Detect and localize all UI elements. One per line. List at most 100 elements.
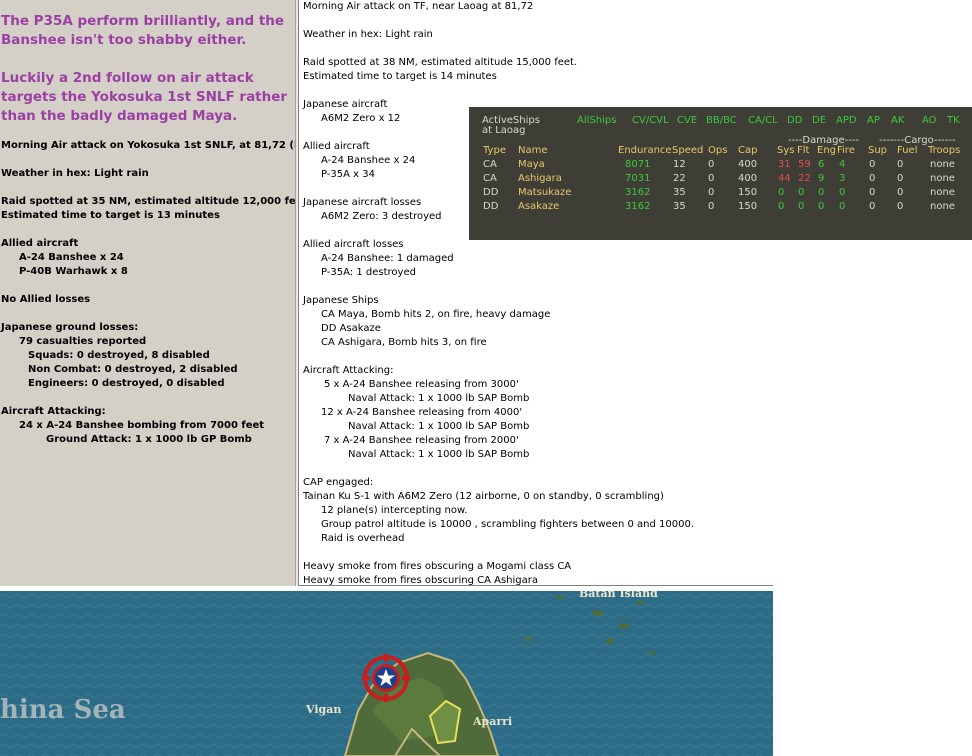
col-header-eng[interactable]: Eng xyxy=(817,145,836,157)
map-label-batan-island: Batan Island xyxy=(579,591,658,600)
ship-sys-damage: 31 xyxy=(778,159,791,170)
report-line: Group patrol altitude is 10000 , scrambl… xyxy=(321,519,695,530)
commentary-line: Luckily a 2nd follow on air attack xyxy=(1,70,254,86)
ship-name-link[interactable]: Ashigara xyxy=(518,173,562,185)
ship-name-link[interactable]: Matsukaze xyxy=(518,187,571,199)
commentary-line: than the badly damaged Maya. xyxy=(1,108,238,124)
report-line: P-40B Warhawk x 8 xyxy=(19,266,128,277)
col-header-cap[interactable]: Cap xyxy=(738,145,757,157)
col-header-type[interactable]: Type xyxy=(483,145,506,157)
col-header-name[interactable]: Name xyxy=(518,145,548,157)
ship-eng-damage: 0 xyxy=(818,201,825,212)
ship-speed: 12 xyxy=(673,159,686,170)
col-header-fire[interactable]: Fire xyxy=(837,145,855,157)
report-line: A6M2 Zero: 3 destroyed xyxy=(321,211,442,222)
report-line: A-24 Banshee: 1 damaged xyxy=(321,253,454,264)
ship-type: CA xyxy=(483,173,497,184)
ship-ops: 0 xyxy=(708,173,715,184)
ship-speed: 35 xyxy=(673,201,686,212)
ship-fuel: 0 xyxy=(897,201,904,212)
report-line: Ground Attack: 1 x 1000 lb GP Bomb xyxy=(46,434,252,445)
ship-fire: 0 xyxy=(839,187,846,198)
ship-ops: 0 xyxy=(708,187,715,198)
ship-endurance: 7031 xyxy=(625,173,651,184)
report-line: Raid spotted at 35 NM, estimated altitud… xyxy=(1,196,295,207)
report-line: Engineers: 0 destroyed, 0 disabled xyxy=(28,378,225,389)
ship-troops: none xyxy=(930,159,955,170)
col-header-speed[interactable]: Speed xyxy=(672,145,703,157)
report-line: Squads: 0 destroyed, 8 disabled xyxy=(28,350,210,361)
report-line: P-35A x 34 xyxy=(321,169,375,180)
ship-name-link[interactable]: Asakaze xyxy=(518,201,559,213)
ship-eng-damage: 6 xyxy=(818,159,825,170)
report-line: No Allied losses xyxy=(1,294,91,305)
commentary-line: targets the Yokosuka 1st SNLF rather xyxy=(1,89,288,105)
ship-flt-damage: 0 xyxy=(798,201,805,212)
report-line: Tainan Ku S-1 with A6M2 Zero (12 airborn… xyxy=(303,491,664,502)
report-line: Japanese Ships xyxy=(303,295,379,306)
report-line: 7 x A-24 Banshee releasing from 2000' xyxy=(324,435,519,446)
report-line: 12 plane(s) intercepting now. xyxy=(321,505,468,516)
report-line: Naval Attack: 1 x 1000 lb SAP Bomb xyxy=(348,421,530,432)
strategic-map[interactable]: Batan Island Vigan Aparri hina Sea xyxy=(0,591,773,756)
report-line: Aircraft Attacking: xyxy=(1,406,106,417)
ship-eng-damage: 0 xyxy=(818,187,825,198)
filter-tk[interactable]: TK xyxy=(947,115,960,127)
right-combat-report-panel: Morning Air attack on TF, near Laoag at … xyxy=(299,0,773,586)
ship-troops: none xyxy=(930,201,955,212)
ship-fuel: 0 xyxy=(897,159,904,170)
report-line: CA Ashigara, Bomb hits 3, on fire xyxy=(321,337,487,348)
ship-sup: 0 xyxy=(869,187,876,198)
col-header-fuel[interactable]: Fuel xyxy=(897,145,917,157)
filter-ak[interactable]: AK xyxy=(891,115,904,127)
col-header-flt[interactable]: Flt xyxy=(797,145,809,157)
filter-ca-cl[interactable]: CA/CL xyxy=(748,115,778,127)
report-title: Morning Air attack on Yokosuka 1st SNLF,… xyxy=(1,140,295,151)
ship-name-link[interactable]: Maya xyxy=(518,159,545,171)
active-ships-panel: ActiveShips at Laoag AllShips CV/CVL CVE… xyxy=(469,107,972,240)
filter-apd[interactable]: APD xyxy=(836,115,857,127)
filter-cve[interactable]: CVE xyxy=(677,115,697,127)
ship-fuel: 0 xyxy=(897,173,904,184)
col-header-sys[interactable]: Sys xyxy=(777,145,794,157)
report-line: Non Combat: 0 destroyed, 2 disabled xyxy=(28,364,238,375)
left-combat-report-panel: The P35A perform brilliantly, and the Ba… xyxy=(0,0,295,586)
col-header-sup[interactable]: Sup xyxy=(868,145,887,157)
report-line: 79 casualties reported xyxy=(19,336,147,347)
report-line: A-24 Banshee x 24 xyxy=(19,252,124,263)
ship-fire: 4 xyxy=(839,159,846,170)
star-target-icon[interactable] xyxy=(362,654,410,702)
ship-fire: 0 xyxy=(839,201,846,212)
report-line: Weather in hex: Light rain xyxy=(303,29,433,40)
report-line: DD Asakaze xyxy=(321,323,381,334)
filter-bb-bc[interactable]: BB/BC xyxy=(706,115,737,127)
col-header-endurance[interactable]: Endurance xyxy=(618,145,672,157)
filter-ap[interactable]: AP xyxy=(867,115,880,127)
report-line: Weather in hex: Light rain xyxy=(1,168,149,179)
report-line: Allied aircraft xyxy=(303,141,370,152)
report-line: Japanese ground losses: xyxy=(1,322,139,333)
filter-de[interactable]: DE xyxy=(812,115,826,127)
report-line: A6M2 Zero x 12 xyxy=(321,113,401,124)
report-line: Aircraft Attacking: xyxy=(303,365,394,376)
ship-flt-damage: 0 xyxy=(798,187,805,198)
map-label-aparri: Aparri xyxy=(473,715,513,728)
report-line: Estimated time to target is 14 minutes xyxy=(303,71,497,82)
ship-flt-damage: 59 xyxy=(798,159,811,170)
filter-dd[interactable]: DD xyxy=(787,115,802,127)
ship-cap: 400 xyxy=(738,159,758,170)
ship-endurance: 3162 xyxy=(625,201,651,212)
col-header-troops[interactable]: Troops xyxy=(928,145,960,157)
col-header-ops[interactable]: Ops xyxy=(708,145,727,157)
filter-cv-cvl[interactable]: CV/CVL xyxy=(632,115,669,127)
ship-fuel: 0 xyxy=(897,187,904,198)
filter-ao[interactable]: AO xyxy=(922,115,937,127)
report-bottom-border xyxy=(299,585,773,586)
report-line: 24 x A-24 Banshee bombing from 7000 feet xyxy=(19,420,265,431)
report-line: 5 x A-24 Banshee releasing from 3000' xyxy=(324,379,519,390)
ship-speed: 35 xyxy=(673,187,686,198)
ship-type: CA xyxy=(483,159,497,170)
report-line: Naval Attack: 1 x 1000 lb SAP Bomb xyxy=(348,393,530,404)
report-line: Raid is overhead xyxy=(321,533,405,544)
filter-allships[interactable]: AllShips xyxy=(577,115,616,127)
